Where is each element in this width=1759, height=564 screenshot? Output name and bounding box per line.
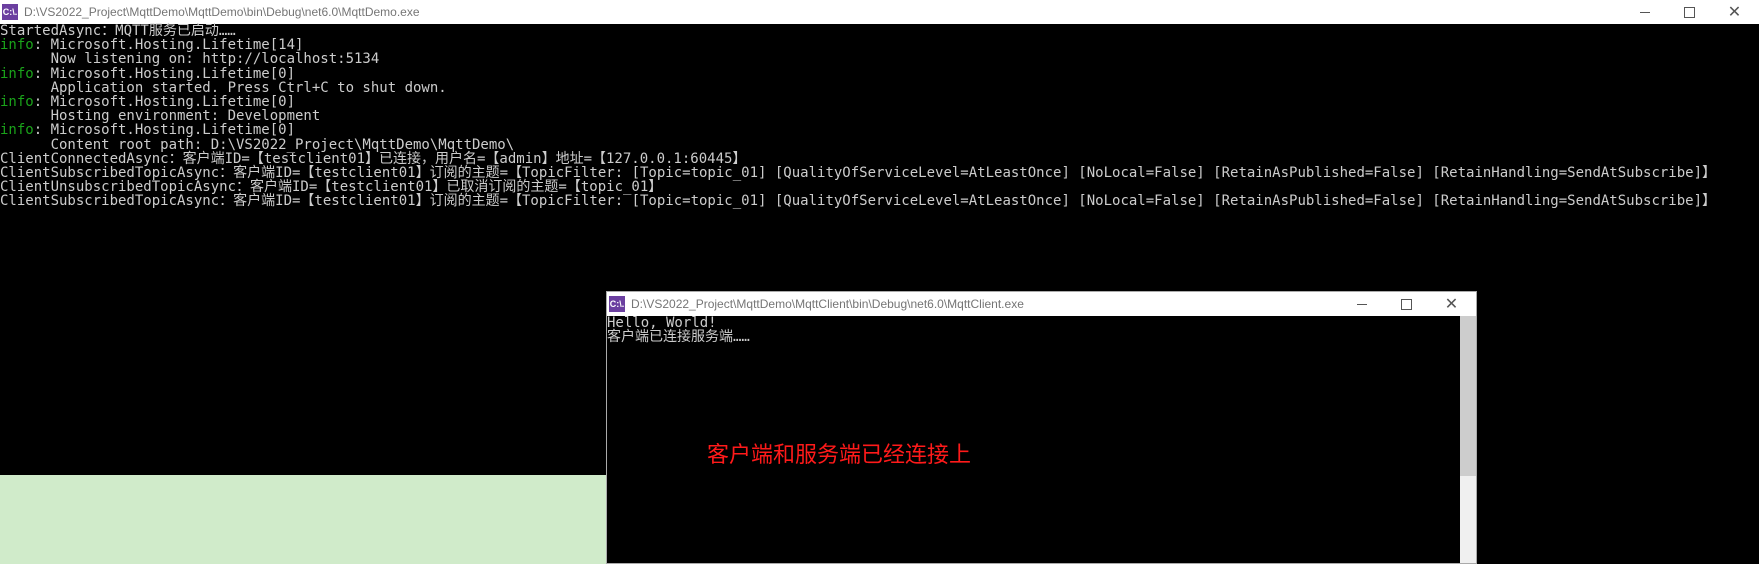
annotation-text: 客户端和服务端已经连接上 [707,448,971,462]
maximize-button[interactable] [1667,0,1712,24]
client-titlebar[interactable]: C:\. D:\VS2022_Project\MqttDemo\MqttClie… [607,292,1476,316]
main-titlebar[interactable]: C:\. D:\VS2022_Project\MqttDemo\MqttDemo… [0,0,1759,24]
client-window-title: D:\VS2022_Project\MqttDemo\MqttClient\bi… [631,297,1024,311]
vertical-scrollbar[interactable] [1460,316,1476,563]
main-window-buttons: ✕ [1622,0,1757,24]
client-console-window: C:\. D:\VS2022_Project\MqttDemo\MqttClie… [606,291,1477,564]
close-button[interactable]: ✕ [1429,292,1474,316]
console-line: 客户端已连接服务端…… [607,329,750,345]
maximize-button[interactable] [1384,292,1429,316]
minimize-button[interactable] [1622,0,1667,24]
client-window-buttons: ✕ [1339,292,1474,316]
main-console-output: StartedAsync：MQTT服务已启动…… info: Microsoft… [0,24,1759,209]
client-console-output: Hello, World! 客户端已连接服务端…… 客户端和服务端已经连接上 [607,316,1476,563]
minimize-button[interactable] [1339,292,1384,316]
titlebar-left: C:\. D:\VS2022_Project\MqttDemo\MqttClie… [609,296,1024,312]
main-window-title: D:\VS2022_Project\MqttDemo\MqttDemo\bin\… [24,5,420,19]
console-icon: C:\. [609,296,625,312]
scrollbar-thumb[interactable] [1460,316,1476,476]
close-button[interactable]: ✕ [1712,0,1757,24]
console-icon: C:\. [2,4,18,20]
titlebar-left: C:\. D:\VS2022_Project\MqttDemo\MqttDemo… [2,4,420,20]
console-line: ClientSubscribedTopicAsync：客户端ID=【testcl… [0,193,1716,209]
background-strip [0,475,606,564]
